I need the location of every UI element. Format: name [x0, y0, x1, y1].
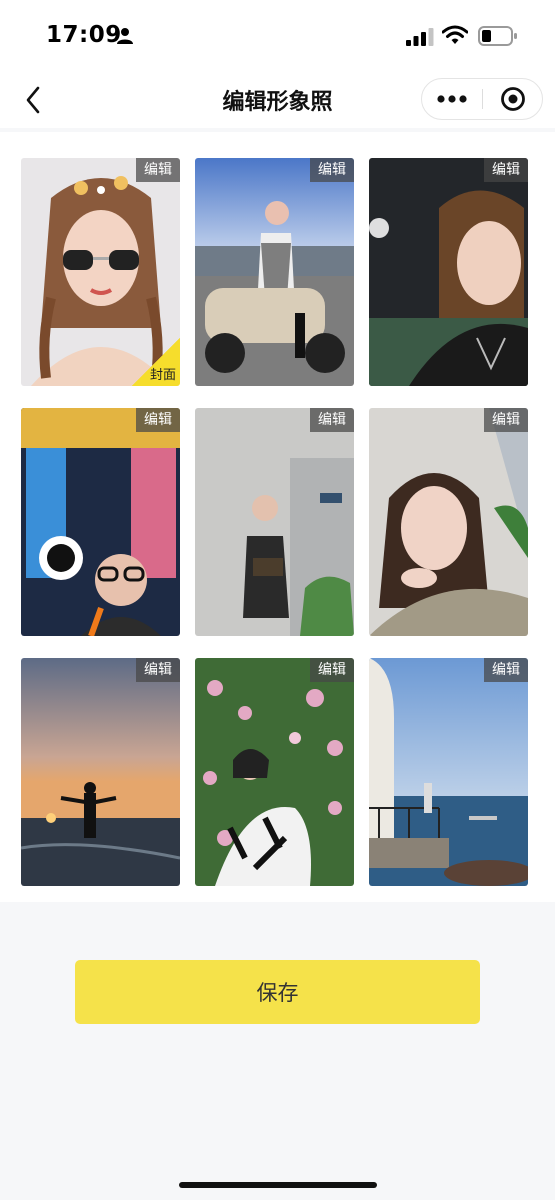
edit-badge[interactable]: 编辑	[136, 158, 180, 182]
arcade-photo	[21, 408, 180, 636]
photo-tile[interactable]: 编辑	[195, 658, 354, 886]
photo-tile[interactable]: 编辑	[369, 158, 528, 386]
signal-icon	[406, 28, 434, 46]
portrait-photo	[369, 408, 528, 636]
photo-tile[interactable]: 编辑	[195, 158, 354, 386]
cover-label: 封面	[149, 368, 176, 383]
flowers-photo	[195, 658, 354, 886]
photo-tile[interactable]: 编辑	[21, 408, 180, 636]
more-dots-icon	[437, 95, 467, 103]
mini-program-capsule	[421, 78, 543, 120]
cover-tag: 封面	[132, 338, 180, 386]
photo-tile[interactable]: 编辑	[369, 658, 528, 886]
photo-tile[interactable]: 编辑	[195, 408, 354, 636]
photo-tile[interactable]: 编辑	[369, 408, 528, 636]
photo-tile[interactable]: 编辑	[21, 658, 180, 886]
status-bar: 17:09	[0, 0, 555, 72]
status-time: 17:09	[46, 22, 122, 48]
edit-badge[interactable]: 编辑	[310, 658, 354, 682]
close-mini-program-button[interactable]	[483, 79, 543, 119]
wifi-icon	[442, 25, 468, 44]
more-button[interactable]	[422, 79, 482, 119]
edit-badge[interactable]: 编辑	[136, 658, 180, 682]
seaside-photo	[369, 658, 528, 886]
target-close-icon	[501, 87, 525, 111]
edit-badge[interactable]: 编辑	[310, 158, 354, 182]
photo-grid-card: 编辑 封面 编辑 编辑 编辑 编辑 编辑 编辑 编辑 编辑	[0, 132, 555, 902]
save-button[interactable]: 保存	[75, 960, 480, 1024]
home-indicator	[179, 1182, 377, 1188]
portrait-photo	[369, 158, 528, 386]
photo-tile[interactable]: 编辑 封面	[21, 158, 180, 386]
scooter-photo	[195, 158, 354, 386]
edit-badge[interactable]: 编辑	[136, 408, 180, 432]
sunset-photo	[21, 658, 180, 886]
person-icon	[117, 28, 133, 44]
battery-icon	[478, 26, 517, 46]
nav-bar: 编辑形象照	[0, 72, 555, 128]
edit-badge[interactable]: 编辑	[310, 408, 354, 432]
edit-badge[interactable]: 编辑	[484, 408, 528, 432]
mirror-selfie-photo	[195, 408, 354, 636]
edit-badge[interactable]: 编辑	[484, 158, 528, 182]
edit-badge[interactable]: 编辑	[484, 658, 528, 682]
